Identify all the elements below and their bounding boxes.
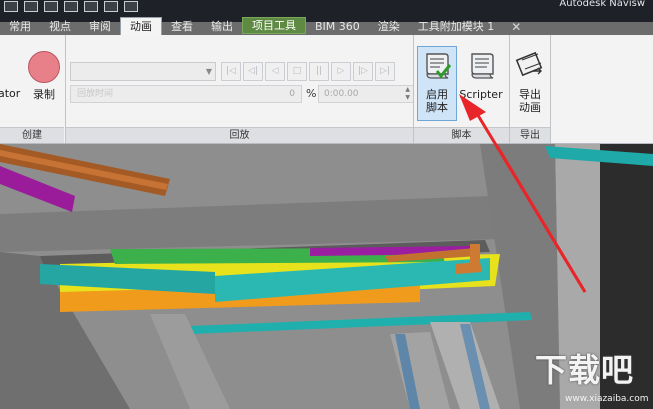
watermark-text: 下载吧	[535, 351, 635, 389]
watermark-url: www.xiazaiba.com	[565, 394, 649, 404]
